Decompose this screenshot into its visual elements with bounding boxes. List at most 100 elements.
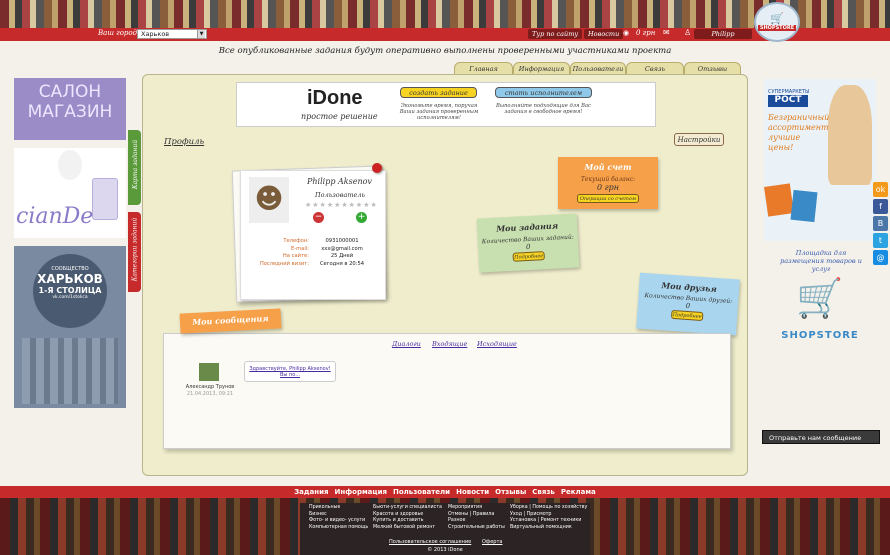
mail-icon[interactable]: ✉: [663, 28, 670, 37]
ad-place-text[interactable]: Площадка для размещения товаров и услуг: [776, 249, 866, 273]
minus-icon[interactable]: −: [313, 212, 324, 223]
user-name[interactable]: Philipp: [694, 29, 752, 39]
odnoklassniki-icon[interactable]: ok: [873, 182, 888, 197]
facebook-icon[interactable]: f: [873, 199, 888, 214]
footer-cat[interactable]: Виртуальный помощник: [510, 525, 587, 532]
account-note: Мой счет Текущий баланс: 0 грн Операции …: [558, 157, 658, 209]
footer-col-1: Прикольные Бизнес Фото- и видео- услуги …: [309, 505, 368, 531]
footer-link-news[interactable]: Новости: [456, 486, 489, 498]
footer-cat[interactable]: Мелкий бытовой ремонт: [373, 525, 442, 532]
avatar: ☻: [249, 177, 289, 223]
salon-line2: МАГАЗИН: [27, 102, 113, 122]
become-performer-text: Выполняйте подходящие для Вас задания в …: [496, 103, 591, 115]
city-value: Харьков: [141, 30, 170, 38]
footer-cat[interactable]: Фото- и видео- услуги: [309, 518, 368, 525]
coins-icon: ◉: [623, 29, 630, 37]
mailru-icon[interactable]: @: [873, 250, 888, 265]
task-categories-tab[interactable]: Категории заданий: [128, 212, 141, 292]
footer-cat[interactable]: Бьюти-услуги специалиста: [373, 505, 442, 512]
footer-link-reviews[interactable]: Отзывы: [495, 486, 526, 498]
ciande-banner[interactable]: cianDe: [14, 148, 126, 238]
account-operations-button[interactable]: Операции со счетом: [577, 194, 639, 203]
product-bottle-image: [92, 178, 118, 220]
ciande-logo: cianDe: [16, 204, 94, 229]
tasks-title: Мои задания: [496, 220, 559, 234]
cart-icon: 🛒: [796, 276, 844, 320]
footer-offer-link[interactable]: Оферта: [482, 539, 502, 545]
salon-line1: САЛОН: [38, 82, 102, 102]
lily-image: [58, 150, 82, 180]
feedback-button[interactable]: Отправьте нам сообщение: [762, 430, 880, 444]
shopping-bag-icon: [764, 183, 794, 217]
email-label: E-mail:: [290, 245, 309, 252]
kharkov-banner[interactable]: СООБЩЕСТВО ХАРЬКОВ 1-Я СТОЛИЦА vk.com/1s…: [14, 246, 126, 408]
user-icon[interactable]: ♙: [684, 28, 691, 37]
salon-banner[interactable]: САЛОН МАГАЗИН: [14, 78, 126, 140]
profile-values: 0931000001 xxx@gmail.com 25 Дней Сегодня…: [313, 238, 371, 268]
friends-details-button[interactable]: Подробнее: [670, 309, 704, 322]
tab-outbox[interactable]: Исходящие: [477, 340, 517, 348]
rost-banner[interactable]: СУПЕРМАРКЕТЫ РОСТ Безграничный ассортиме…: [764, 79, 876, 241]
profile-role: Пользователь: [315, 191, 366, 199]
footer-link-tasks[interactable]: Задания: [294, 486, 328, 498]
nav-news[interactable]: Новости: [584, 29, 624, 39]
balance[interactable]: 0 грн: [636, 29, 655, 37]
task-categories-label: Категории заданий: [131, 217, 139, 282]
pin-icon: [372, 163, 382, 173]
sender-avatar[interactable]: [199, 363, 219, 381]
city-select[interactable]: Харьков ▼: [137, 29, 207, 39]
become-performer-button[interactable]: стать исполнителем: [495, 87, 592, 98]
balance-label: Текущий баланс:: [580, 176, 636, 183]
nav-tour[interactable]: Тур по сайту: [528, 29, 583, 39]
shopping-bag-icon: [790, 189, 818, 223]
rost-logo: РОСТ: [768, 95, 808, 107]
promo-banner: iDone простое решение создать задание Эк…: [236, 82, 656, 127]
footer-cat[interactable]: Строительные работы: [448, 525, 505, 532]
lastvisit-label: Последний визит:: [259, 260, 309, 267]
footer-col-3: Мероприятия Отмены | Правила Разное Стро…: [448, 505, 505, 531]
tab-dialogs[interactable]: Диалоги: [392, 340, 421, 348]
promo-title: iDone: [307, 87, 363, 109]
woman-image: [828, 85, 872, 185]
profile-link[interactable]: Профиль: [164, 137, 204, 147]
phone-value: 0931000001: [325, 238, 359, 244]
site-logo[interactable]: 🛒 SHOPSTORE: [754, 2, 800, 42]
twitter-icon[interactable]: t: [873, 233, 888, 248]
footer-link-ads[interactable]: Реклама: [561, 486, 596, 498]
chevron-down-icon[interactable]: ▼: [197, 30, 205, 38]
footer-link-users[interactable]: Пользователи: [393, 486, 450, 498]
cart-icon: 🛒: [770, 12, 784, 25]
profile-labels: Телефон: E-mail: На сайте: Последний виз…: [247, 238, 309, 268]
create-task-text: Экономьте время, поручая Ваши задания пр…: [399, 103, 479, 121]
shopstore-logo[interactable]: SHOPSTORE: [768, 330, 872, 341]
footer-cat[interactable]: Компьютерная помощь: [309, 525, 368, 532]
message-date: 21.04.2013, 09:21: [186, 391, 234, 397]
balance-value: 0 грн: [596, 183, 620, 192]
logo-text: SHOPSTORE: [758, 25, 796, 31]
footer-nav: Задания Информация Пользователи Новости …: [0, 486, 890, 498]
vkontakte-icon[interactable]: B: [873, 216, 888, 231]
footer-link-info[interactable]: Информация: [335, 486, 388, 498]
tab-inbox[interactable]: Входящие: [432, 340, 467, 348]
sender-name[interactable]: Александр Трунов: [182, 384, 238, 390]
footer-cat[interactable]: Установка | Ремонт техники: [510, 518, 587, 525]
copyright: © 2013 iDone: [427, 547, 463, 553]
tasks-map-label: Карта заданий: [132, 139, 139, 190]
plus-icon[interactable]: +: [356, 212, 367, 223]
footer-link-contact[interactable]: Связь: [532, 486, 555, 498]
email-value: xxx@gmail.com: [321, 245, 363, 252]
friends-note: Мои друзья Количество Ваших друзей: 0 По…: [636, 272, 740, 336]
message-preview[interactable]: Здравствуйте, Philipp Aksenov! Вы по...: [244, 361, 336, 382]
create-task-button[interactable]: создать задание: [400, 87, 477, 98]
kharkov-line3: 1-Я СТОЛИЦА: [38, 286, 102, 295]
kharkov-badge: СООБЩЕСТВО ХАРЬКОВ 1-Я СТОЛИЦА vk.com/1s…: [33, 254, 107, 328]
kharkov-line4: vk.com/1stolica: [52, 295, 88, 300]
footer-agreement-link[interactable]: Пользовательское соглашение: [389, 539, 471, 545]
footer-cat[interactable]: Уборка | Помощь по хозяйству: [510, 505, 587, 512]
settings-button[interactable]: Настройки: [674, 133, 724, 146]
tasks-map-tab[interactable]: Карта заданий: [128, 130, 141, 205]
city-image: [22, 338, 118, 404]
city-label: Ваш город: [98, 29, 138, 37]
tasks-details-button[interactable]: Подробнее: [512, 251, 545, 262]
phone-label: Телефон:: [283, 238, 309, 244]
